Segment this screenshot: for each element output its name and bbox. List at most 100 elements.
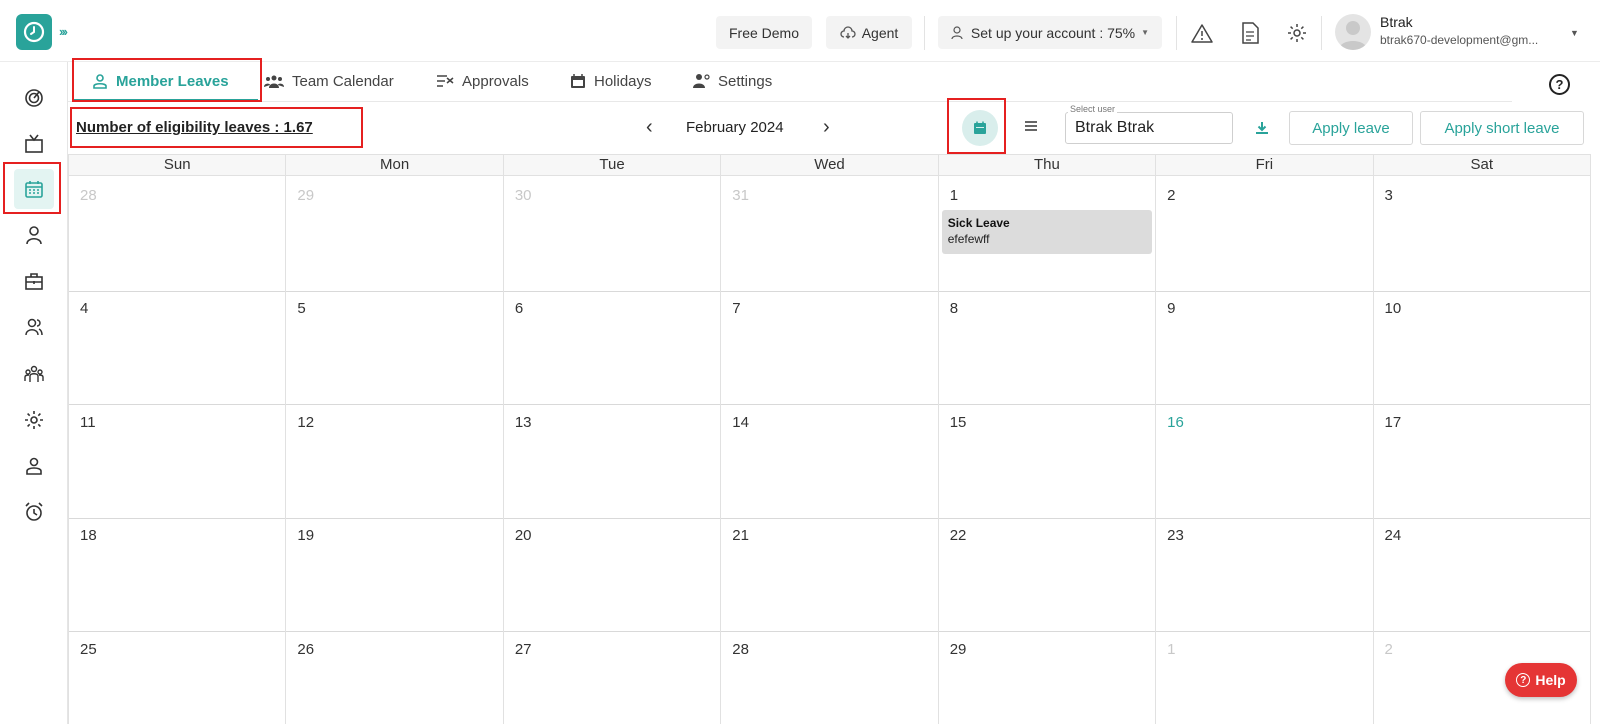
weekday-label: Thu xyxy=(939,155,1157,175)
calendar-day-cell[interactable]: 12 xyxy=(286,403,504,518)
tab-settings[interactable]: Settings xyxy=(692,62,772,100)
calendar-day-cell[interactable]: 24 xyxy=(1374,516,1591,631)
document-icon[interactable] xyxy=(1238,21,1262,45)
sidebar-item-users[interactable] xyxy=(14,307,54,347)
calendar-day-cell[interactable]: 26 xyxy=(286,630,504,724)
approvals-icon xyxy=(437,75,454,87)
warning-icon[interactable] xyxy=(1190,21,1214,45)
calendar-day-cell[interactable]: 30 xyxy=(504,176,722,291)
settings-icon xyxy=(25,411,43,429)
tab-holidays[interactable]: Holidays xyxy=(570,62,652,100)
leave-event[interactable]: Sick Leave efefewff xyxy=(941,210,1152,254)
calendar-day-cell[interactable]: 28 xyxy=(721,630,939,724)
tab-team-calendar[interactable]: Team Calendar xyxy=(264,62,394,100)
day-number: 5 xyxy=(297,300,306,317)
tab-member-leaves[interactable]: Member Leaves xyxy=(92,62,229,100)
calendar-day-cell[interactable]: 10 xyxy=(1374,289,1591,404)
calendar-day-cell[interactable]: 13 xyxy=(504,403,722,518)
setup-account-button[interactable]: Set up your account : 75% ▼ xyxy=(938,16,1162,49)
sidebar-item-settings[interactable] xyxy=(14,400,54,440)
holidays-calendar-icon xyxy=(571,74,585,88)
download-button[interactable] xyxy=(1250,116,1274,140)
agent-label: Agent xyxy=(861,24,899,41)
sidebar-item-briefcase[interactable] xyxy=(14,261,54,301)
cloud-download-icon xyxy=(840,25,856,39)
day-number: 10 xyxy=(1384,300,1402,317)
clock-logo-icon xyxy=(23,21,45,43)
eligibility-leaves-text[interactable]: Number of eligibility leaves : 1.67 xyxy=(76,119,313,136)
calendar-day-cell[interactable]: 25 xyxy=(69,630,287,724)
calendar-day-cell[interactable]: 18 xyxy=(69,516,287,631)
calendar-day-cell[interactable]: 28 xyxy=(69,176,287,291)
calendar-day-cell[interactable]: 4 xyxy=(69,289,287,404)
apply-leave-button[interactable]: Apply leave xyxy=(1289,111,1413,145)
tv-icon xyxy=(25,134,43,153)
alarm-icon xyxy=(25,502,43,521)
calendar-day-cell[interactable]: 8 xyxy=(939,289,1157,404)
day-number: 28 xyxy=(732,641,749,658)
day-number: 19 xyxy=(297,527,315,544)
calendar-day-cell[interactable]: 9 xyxy=(1156,289,1374,404)
month-label: February 2024 xyxy=(686,119,784,136)
calendar-view-button[interactable] xyxy=(962,110,998,146)
sidebar-item-dashboard[interactable] xyxy=(14,78,54,118)
sidebar-item-profile[interactable] xyxy=(14,446,54,486)
avatar[interactable] xyxy=(1335,14,1371,50)
calendar-day-cell[interactable]: 29 xyxy=(286,176,504,291)
download-icon xyxy=(1256,122,1268,134)
calendar-day-cell[interactable]: 27 xyxy=(504,630,722,724)
help-question-icon[interactable]: ? xyxy=(1549,74,1570,95)
calendar-day-cell[interactable]: 22 xyxy=(939,516,1157,631)
calendar-week-row: 28 29 30 31 1 Sick Leave efefewff 2 3 xyxy=(69,176,1591,292)
chevron-right-icon[interactable]: › xyxy=(823,116,830,139)
sidebar-item-tv[interactable] xyxy=(14,124,54,164)
calendar-day-cell[interactable]: 7 xyxy=(721,289,939,404)
free-demo-button[interactable]: Free Demo xyxy=(716,16,812,49)
day-number: 9 xyxy=(1167,300,1176,317)
calendar-day-cell[interactable]: 19 xyxy=(286,516,504,631)
calendar-day-cell[interactable]: 16 xyxy=(1156,403,1374,518)
calendar-day-cell[interactable]: 31 xyxy=(721,176,939,291)
calendar-day-cell[interactable]: 21 xyxy=(721,516,939,631)
calendar-day-cell[interactable]: 17 xyxy=(1374,403,1591,518)
day-number: 2 xyxy=(1167,187,1176,204)
chevron-left-icon[interactable]: ‹ xyxy=(646,116,653,139)
calendar-day-cell[interactable]: 20 xyxy=(504,516,722,631)
gear-icon[interactable] xyxy=(1285,21,1309,45)
app-logo[interactable] xyxy=(16,14,52,50)
agent-button[interactable]: Agent xyxy=(826,16,912,49)
list-view-button[interactable] xyxy=(1020,115,1042,137)
user-select-input[interactable]: Btrak Btrak xyxy=(1065,112,1233,144)
day-number: 8 xyxy=(949,300,959,317)
expand-sidebar-icon[interactable]: ››› xyxy=(59,24,68,39)
user-menu-chevron-icon[interactable]: ▼ xyxy=(1570,28,1579,38)
calendar-day-cell[interactable]: 5 xyxy=(286,289,504,404)
help-button[interactable]: ? Help xyxy=(1505,663,1577,697)
calendar-day-cell[interactable]: 29 xyxy=(939,630,1157,724)
weekday-label: Wed xyxy=(721,155,939,175)
apply-short-leave-button[interactable]: Apply short leave xyxy=(1420,111,1584,145)
sidebar-item-team[interactable] xyxy=(14,354,54,394)
calendar-day-cell[interactable]: 1 xyxy=(1156,630,1374,724)
day-number: 30 xyxy=(514,187,532,204)
calendar-day-cell[interactable]: 3 xyxy=(1374,176,1591,291)
calendar-day-cell[interactable]: 1 Sick Leave efefewff xyxy=(939,176,1157,291)
calendar-day-cell[interactable]: 11 xyxy=(69,403,287,518)
chevron-down-icon: ▼ xyxy=(1141,28,1150,37)
sidebar-item-alarm[interactable] xyxy=(14,492,54,532)
day-number: 18 xyxy=(80,527,97,544)
tab-label: Settings xyxy=(718,72,773,90)
sidebar-item-user[interactable] xyxy=(14,215,54,255)
leave-event-reason: efefewff xyxy=(947,232,990,246)
calendar-day-cell[interactable]: 2 xyxy=(1156,176,1374,291)
calendar-day-cell[interactable]: 14 xyxy=(721,403,939,518)
user-settings-icon xyxy=(693,74,710,88)
weekday-label: Sat xyxy=(1374,155,1591,175)
calendar-day-cell[interactable]: 23 xyxy=(1156,516,1374,631)
divider xyxy=(1321,16,1322,50)
calendar-day-cell[interactable]: 15 xyxy=(939,403,1157,518)
day-number: 12 xyxy=(297,414,315,431)
tab-approvals[interactable]: Approvals xyxy=(436,62,529,100)
user-email: btrak670-development@gm... xyxy=(1380,33,1539,47)
calendar-day-cell[interactable]: 6 xyxy=(504,289,722,404)
